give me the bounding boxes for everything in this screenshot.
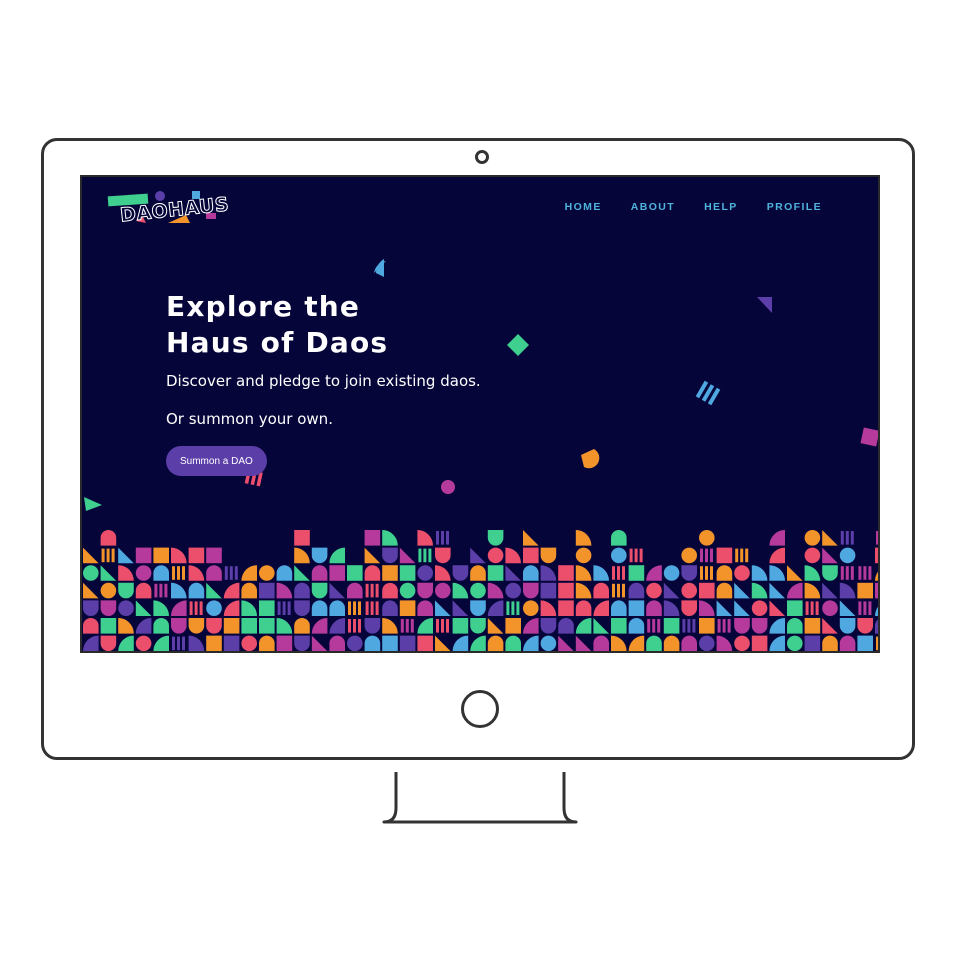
hero-title-line1: Explore the [166, 290, 361, 323]
hero-subtitle-secondary: Or summon your own. [166, 410, 333, 428]
magenta-dot-shape [441, 480, 455, 494]
monitor-home-button [461, 690, 499, 728]
blue-stripes-shape [695, 380, 721, 406]
hero-subtitle: Discover and pledge to join existing dao… [166, 372, 481, 390]
hero-title-line2: Haus of Daos [166, 326, 389, 359]
nav-profile-link[interactable]: PROFILE [767, 201, 822, 213]
hero-title: Explore the Haus of Daos [166, 289, 466, 361]
summon-dao-button[interactable]: Summon a DAO [166, 446, 267, 476]
nav-home-link[interactable]: HOME [565, 201, 602, 213]
green-diamond-shape [507, 334, 529, 356]
teal-triangle-shape [84, 497, 102, 511]
nav-help-link[interactable]: HELP [704, 201, 738, 213]
daohaus-logo[interactable]: DAOHAUS [106, 187, 231, 229]
magenta-square-shape [860, 427, 878, 447]
top-navigation: HOME ABOUT HELP PROFILE [565, 201, 822, 213]
orange-half-circle-shape [581, 449, 600, 469]
website-screen: DAOHAUS HOME ABOUT HELP PROFILE Explore … [80, 175, 880, 653]
monitor-stand [382, 772, 578, 824]
blue-quarter-shape [375, 259, 384, 277]
purple-triangle-shape [757, 297, 772, 313]
webcam-icon [475, 150, 489, 164]
nav-about-link[interactable]: ABOUT [631, 201, 675, 213]
